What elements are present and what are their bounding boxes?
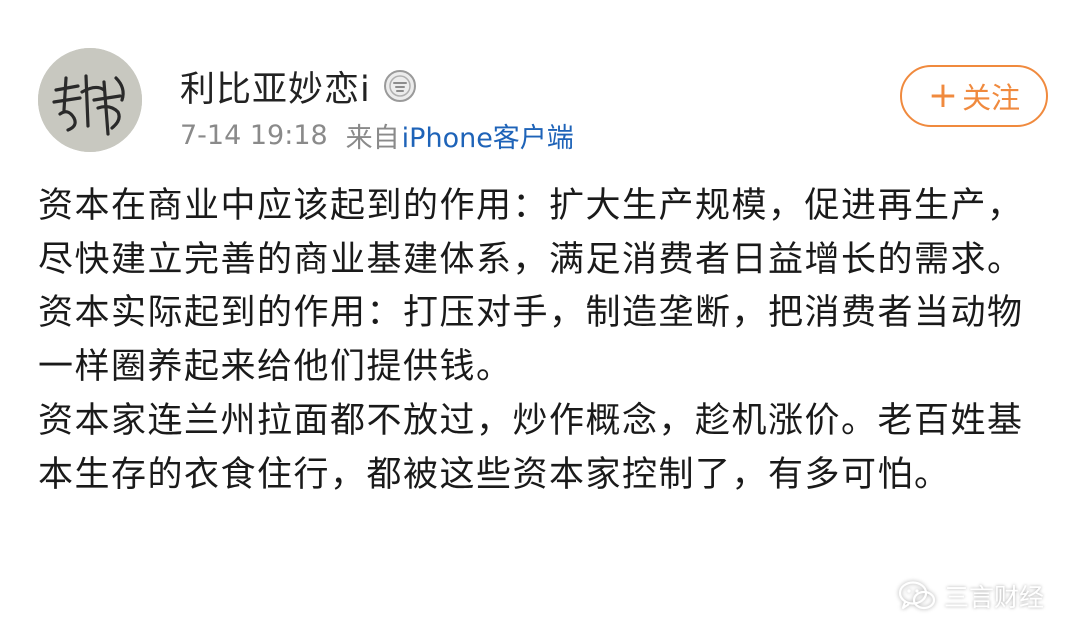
- wechat-icon: [898, 581, 936, 610]
- post-meta: 7-14 19:18 来自 iPhone客户端: [180, 116, 574, 154]
- post-paragraph: 资本实际起到的作用：打压对手，制造垄断，把消费者当动物一样圈养起来给他们提供钱。: [38, 293, 1024, 388]
- post-paragraph: 资本家连兰州拉面都不放过，炒作概念，趁机涨价。老百姓基本生存的衣食住行，都被这些…: [38, 400, 1024, 495]
- watermark: 三言财经: [898, 578, 1044, 614]
- watermark-text: 三言财经: [944, 583, 1045, 612]
- post-body: 资本在商业中应该起到的作用：扩大生产规模，促进再生产，尽快建立完善的商业基建体系…: [38, 180, 1050, 502]
- post-timestamp: 7-14 19:18: [180, 119, 328, 151]
- weibo-post: 利比亚妙恋i 7-14 19:18 来自 iPhone客户端 + 关注 资本在商…: [0, 0, 1080, 643]
- source-client-link[interactable]: iPhone客户端: [402, 116, 574, 155]
- calligraphy-signature-icon: [38, 48, 142, 152]
- post-paragraph: 资本在商业中应该起到的作用：扩大生产规模，促进再生产，尽快建立完善的商业基建体系…: [38, 186, 1024, 280]
- author-name[interactable]: 利比亚妙恋i: [180, 61, 371, 112]
- plus-icon: +: [927, 75, 959, 116]
- follow-label: 关注: [962, 81, 1021, 115]
- author-row: 利比亚妙恋i: [180, 62, 417, 110]
- verified-medal-icon: [383, 70, 416, 102]
- follow-button[interactable]: + 关注: [900, 65, 1048, 127]
- source-prefix: 来自: [345, 122, 400, 154]
- avatar[interactable]: [38, 48, 142, 152]
